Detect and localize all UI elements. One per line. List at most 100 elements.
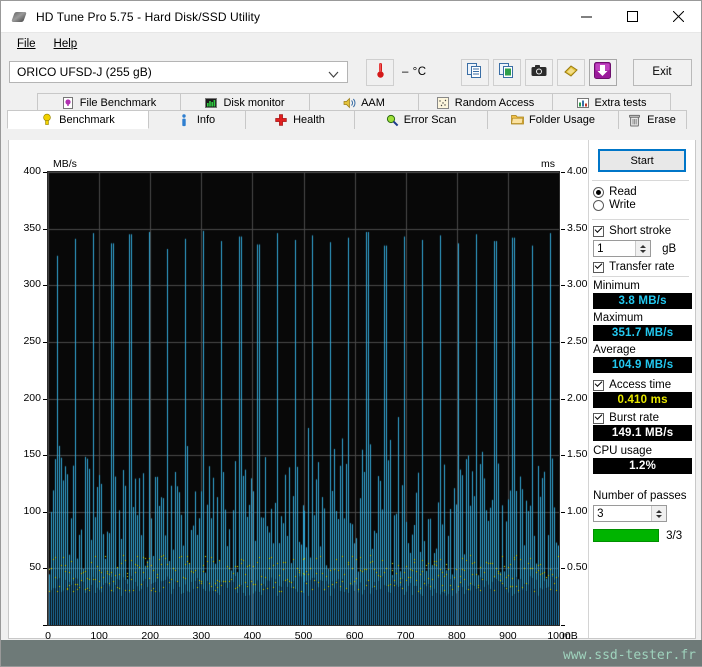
info-icon	[179, 113, 192, 127]
radio-read[interactable]: Read	[593, 186, 695, 198]
close-button[interactable]	[655, 1, 701, 32]
chart-ytick-mark-right	[561, 512, 565, 513]
passes-stepper[interactable]: 3	[593, 505, 668, 522]
tab-error-scan-label: Error Scan	[403, 114, 457, 126]
checkbox-burst-rate[interactable]: Burst rate	[593, 412, 695, 424]
tab-disk-monitor-label: Disk monitor	[223, 97, 285, 109]
minimum-label: Minimum	[593, 280, 640, 292]
chart-ytick-mark-right	[561, 455, 565, 456]
chart-ylabel-right: ms	[541, 158, 555, 170]
checkbox-access-time-icon	[593, 379, 605, 391]
radio-read-label: Read	[609, 186, 637, 198]
app-icon	[11, 9, 28, 25]
tab-strip: File Benchmark Disk monitor AAM Random A…	[7, 93, 695, 129]
info-tag-button[interactable]	[556, 58, 585, 86]
tab-health-label: Health	[293, 114, 325, 126]
tab-benchmark-label: Benchmark	[59, 113, 115, 126]
benchmark-icon	[41, 113, 54, 126]
tab-row-top: File Benchmark Disk monitor AAM Random A…	[37, 93, 695, 112]
stepper-down-icon[interactable]	[640, 249, 647, 253]
checkbox-access-time[interactable]: Access time	[593, 379, 695, 391]
chart-ytick-label: 100	[23, 504, 41, 517]
error-scan-icon	[386, 114, 399, 127]
tab-erase[interactable]: Erase	[618, 110, 687, 129]
tab-extra-tests-label: Extra tests	[594, 97, 647, 109]
copy-report-button[interactable]	[460, 58, 489, 86]
status-bar: www.ssd-tester.fr	[1, 640, 702, 666]
tab-benchmark[interactable]: Benchmark	[7, 110, 149, 129]
short-stroke-stepper[interactable]: 1	[593, 240, 652, 257]
tab-info-label: Info	[196, 114, 216, 126]
exit-button-label: Exit	[652, 66, 672, 78]
passes-stepper-up-icon[interactable]	[656, 509, 663, 513]
chart-ytick-label: 200	[23, 391, 41, 404]
divider	[592, 276, 689, 277]
thermometer-icon	[374, 62, 387, 82]
passes-stepper-down-icon[interactable]	[656, 514, 663, 518]
tab-info[interactable]: Info	[148, 110, 246, 129]
passes-label: Number of passes	[593, 490, 687, 502]
checkbox-transfer-rate[interactable]: Transfer rate	[593, 261, 695, 273]
download-icon	[594, 62, 611, 82]
menu-bar: File Help	[1, 33, 701, 55]
chart-ytick-label: 300	[23, 278, 41, 291]
tab-folder-usage-label: Folder Usage	[528, 114, 596, 126]
passes-stepper-arrows[interactable]	[651, 506, 667, 521]
checkbox-short-stroke[interactable]: Short stroke	[593, 225, 695, 237]
divider	[592, 219, 689, 220]
menu-file[interactable]: File	[8, 35, 45, 53]
chart-ytick-mark-right	[561, 342, 565, 343]
average-value: 104.9 MB/s	[593, 357, 692, 373]
screenshot-button[interactable]	[524, 58, 553, 86]
cpu-usage-label: CPU usage	[593, 445, 652, 457]
save-report-button[interactable]	[492, 58, 521, 86]
camera-icon	[531, 64, 547, 80]
copy-report-icon	[467, 63, 482, 81]
watermark: www.ssd-tester.fr	[562, 648, 696, 663]
short-stroke-value: 1	[597, 242, 604, 255]
chart-ytick-mark-right	[561, 229, 565, 230]
hd-tune-pro-window: HD Tune Pro 5.75 - Hard Disk/SSD Utility…	[0, 0, 702, 667]
chevron-down-icon	[328, 68, 339, 82]
maximize-button[interactable]	[609, 1, 655, 32]
title-bar: HD Tune Pro 5.75 - Hard Disk/SSD Utility	[1, 1, 701, 33]
burst-rate-value: 149.1 MB/s	[593, 425, 692, 441]
chart-ytick-mark-right	[561, 568, 565, 569]
tab-folder-usage[interactable]: Folder Usage	[487, 110, 619, 129]
erase-icon	[629, 114, 642, 127]
passes-row: 3	[593, 505, 695, 522]
aam-icon	[343, 97, 356, 110]
start-button[interactable]: Start	[598, 149, 687, 172]
benchmark-options-panel: Start Read Write Short stroke 1 gB Trans…	[588, 140, 695, 638]
exit-button[interactable]: Exit	[632, 58, 692, 86]
chart-ytick-mark-right	[561, 285, 565, 286]
minimize-button[interactable]	[563, 1, 609, 32]
access-time-value: 0.410 ms	[593, 392, 692, 408]
cpu-usage-value: 1.2%	[593, 458, 692, 474]
stepper-arrows[interactable]	[635, 241, 651, 256]
folder-usage-icon	[511, 114, 524, 127]
window-title: HD Tune Pro 5.75 - Hard Disk/SSD Utility	[36, 9, 261, 24]
download-button[interactable]	[588, 58, 617, 86]
menu-help[interactable]: Help	[45, 35, 87, 53]
chart-canvas	[48, 172, 559, 625]
chart-ytick-label: 50	[29, 561, 41, 574]
checkbox-transfer-rate-label: Transfer rate	[609, 261, 675, 273]
tab-random-access-label: Random Access	[454, 97, 535, 109]
tab-error-scan[interactable]: Error Scan	[354, 110, 488, 129]
stepper-up-icon[interactable]	[640, 244, 647, 248]
tab-aam-label: AAM	[361, 97, 385, 109]
drive-select-value: ORICO UFSD-J (255 gB)	[17, 65, 152, 79]
temperature-button[interactable]	[366, 58, 394, 86]
radio-write[interactable]: Write	[593, 199, 695, 211]
chart-ytick-label: 150	[23, 448, 41, 461]
tab-health[interactable]: Health	[245, 110, 355, 129]
short-stroke-size-row: 1 gB	[593, 240, 695, 257]
checkbox-transfer-rate-icon	[593, 261, 605, 273]
checkbox-short-stroke-label: Short stroke	[609, 225, 672, 237]
drive-select[interactable]: ORICO UFSD-J (255 gB)	[9, 61, 348, 83]
checkbox-burst-rate-icon	[593, 412, 605, 424]
toolbar-buttons	[460, 58, 617, 86]
passes-value: 3	[597, 507, 604, 520]
checkbox-access-time-label: Access time	[609, 379, 672, 391]
